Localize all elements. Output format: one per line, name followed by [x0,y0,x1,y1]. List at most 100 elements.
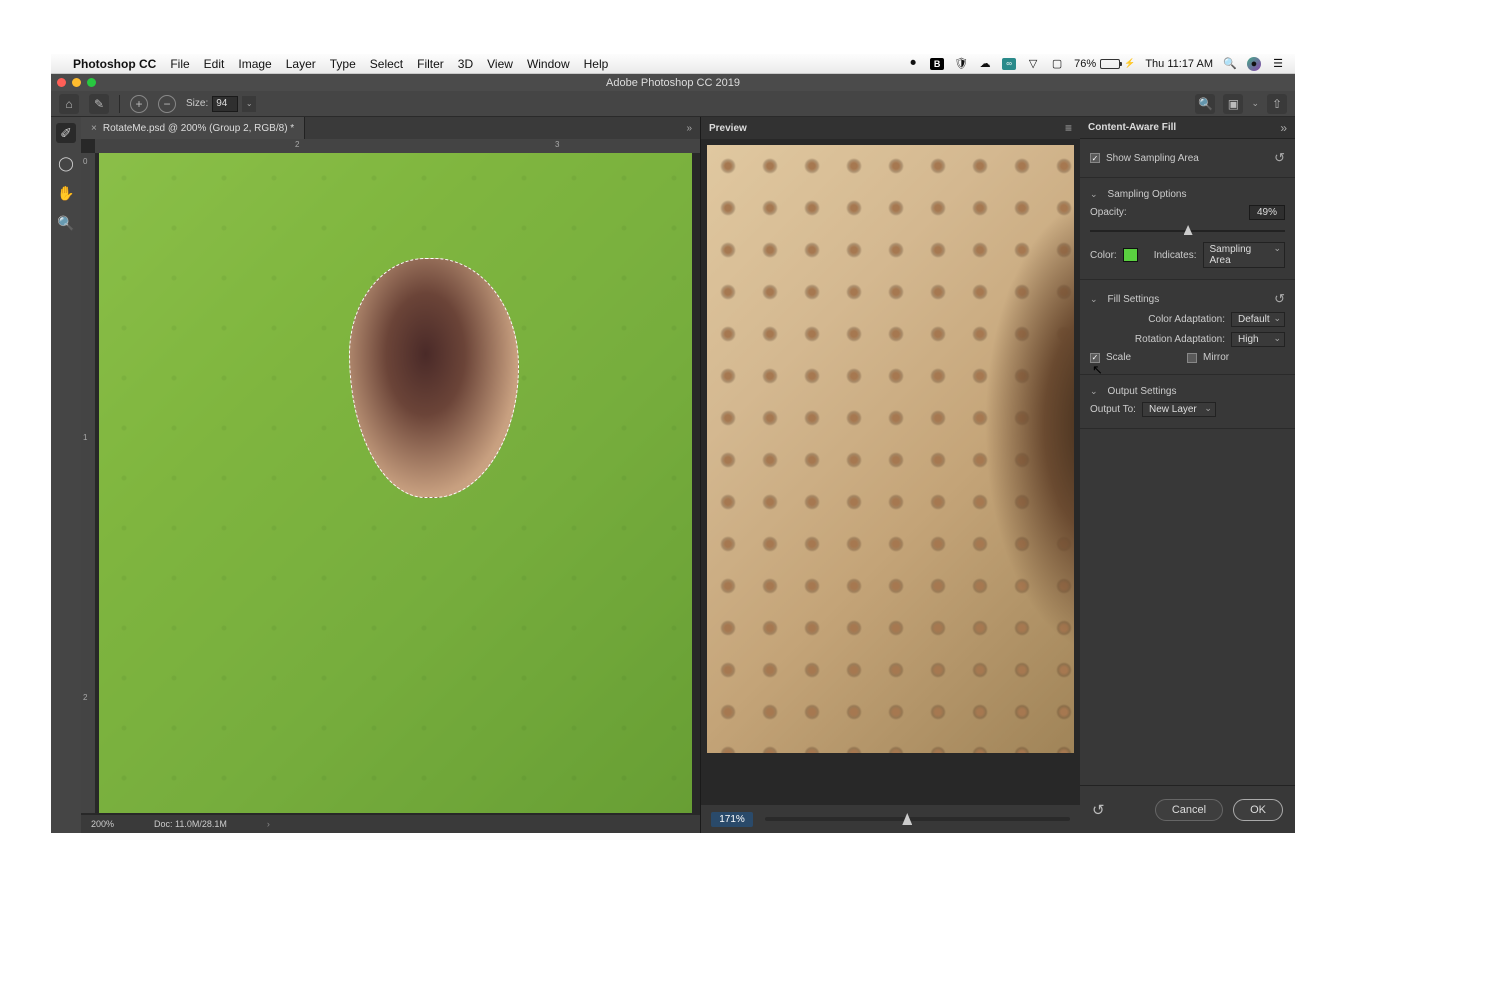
frame-dropdown-icon[interactable]: ⌄ [1251,98,1259,109]
menu-type[interactable]: Type [330,57,356,71]
tab-overflow-icon[interactable]: » [678,123,700,134]
close-tab-icon[interactable]: × [91,123,97,134]
rotation-adapt-label: Rotation Adaptation: [1135,334,1225,345]
color-label: Color: [1090,250,1117,261]
reset-all-icon[interactable]: ↺ [1092,801,1105,819]
preview-tab[interactable]: Preview [709,123,747,134]
preview-zoom-value[interactable]: 171% [711,812,753,827]
screenrec-icon[interactable]: ⏺ [906,57,920,71]
status-docsize[interactable]: Doc: 11.0M/28.1M [154,819,227,829]
brush-size-dropdown[interactable]: ⌄ [242,96,256,112]
panel-menu-icon[interactable]: ≡ [1065,121,1072,135]
chevron-down-icon[interactable]: ⌄ [1090,294,1098,305]
output-settings-header[interactable]: Output Settings [1108,386,1177,397]
scale-checkbox[interactable]: ✓ [1090,353,1100,363]
preview-panel: Preview ≡ 171% [700,117,1080,833]
indicates-dropdown[interactable]: Sampling Area [1203,242,1285,268]
show-sampling-label: Show Sampling Area [1106,153,1199,164]
status-b-icon[interactable]: B [930,58,944,70]
color-adapt-dropdown[interactable]: Default [1231,312,1285,327]
siri-icon[interactable]: ● [1247,57,1261,71]
zoom-tool-icon[interactable]: 🔍 [56,213,76,233]
chevron-down-icon[interactable]: ⌄ [1090,189,1098,200]
show-sampling-checkbox[interactable]: ✓ [1090,153,1100,163]
ruler-vertical[interactable]: 0 1 2 [81,153,95,813]
search-button[interactable]: 🔍 [1195,94,1215,114]
menu-3d[interactable]: 3D [458,57,473,71]
battery-icon [1100,59,1120,69]
notification-center-icon[interactable]: ☰ [1271,57,1285,71]
shield-icon[interactable]: 🛡 [954,57,968,71]
fill-settings-header[interactable]: Fill Settings [1108,294,1160,305]
wifi-icon[interactable]: ▽ [1026,57,1040,71]
cloud-icon[interactable]: ☁ [978,57,992,71]
menu-view[interactable]: View [487,57,513,71]
document-tabs: × RotateMe.psd @ 200% (Group 2, RGB/8) *… [81,117,700,139]
menu-layer[interactable]: Layer [286,57,316,71]
sampling-color-swatch[interactable] [1123,248,1138,262]
brush-tool-icon[interactable]: ✐ [56,123,76,143]
menu-select[interactable]: Select [370,57,403,71]
battery-pct: 76% [1074,58,1096,70]
battery-indicator[interactable]: 76% ⚡ [1074,58,1135,70]
menu-filter[interactable]: Filter [417,57,444,71]
frame-button[interactable]: ▣ [1223,94,1243,114]
reset-fill-icon[interactable]: ↺ [1274,291,1285,307]
home-button[interactable]: ⌂ [59,94,79,114]
airplay-icon[interactable]: ▢ [1050,57,1064,71]
menu-file[interactable]: File [170,57,189,71]
caf-title: Content-Aware Fill [1088,122,1176,133]
preview-zoom-slider[interactable] [765,817,1070,821]
options-bar: ⌂ ✎ + − Size: ⌄ 🔍 ▣ ⌄ ⇧ [51,91,1295,117]
output-to-dropdown[interactable]: New Layer [1142,402,1216,417]
mirror-label: Mirror [1203,352,1229,363]
chevron-down-icon[interactable]: ⌄ [1090,386,1098,397]
scale-label: Scale [1106,352,1131,363]
brush-size-label: Size: [186,98,208,109]
spotlight-icon[interactable]: 🔍 [1223,57,1237,71]
opacity-value[interactable]: 49% [1249,205,1285,220]
status-bar: 200% Doc: 11.0M/28.1M › [81,815,700,833]
ruler-tick: 0 [83,157,87,166]
brush-add-button[interactable]: + [130,95,148,113]
app-name[interactable]: Photoshop CC [73,57,156,71]
canvas[interactable] [99,153,692,813]
menu-edit[interactable]: Edit [204,57,225,71]
output-to-label: Output To: [1090,404,1136,415]
document-tab[interactable]: × RotateMe.psd @ 200% (Group 2, RGB/8) * [81,117,305,139]
menu-window[interactable]: Window [527,57,570,71]
ruler-horizontal[interactable]: 2 3 [95,139,700,153]
preview-image[interactable] [707,145,1074,753]
rotation-adapt-dropdown[interactable]: High [1231,332,1285,347]
source-image [99,153,692,813]
menu-help[interactable]: Help [584,57,609,71]
color-adapt-label: Color Adaptation: [1148,314,1225,325]
opacity-slider[interactable] [1090,225,1285,237]
cancel-button[interactable]: Cancel [1155,799,1223,821]
ruler-tick: 2 [295,140,299,149]
status-arrow-icon[interactable]: › [267,819,270,829]
cc-icon[interactable]: ∞ [1002,58,1016,70]
ruler-tick: 1 [83,433,87,442]
menu-image[interactable]: Image [238,57,271,71]
mirror-checkbox[interactable] [1187,353,1197,363]
panel-overflow-icon[interactable]: » [1280,121,1287,135]
ruler-tick: 3 [555,140,559,149]
brush-size-input[interactable] [212,96,238,112]
hand-tool-icon[interactable]: ✋ [56,183,76,203]
status-zoom[interactable]: 200% [91,819,114,829]
document-area: × RotateMe.psd @ 200% (Group 2, RGB/8) *… [81,117,700,833]
slider-thumb[interactable] [902,813,912,825]
brush-subtract-button[interactable]: − [158,95,176,113]
reset-sampling-icon[interactable]: ↺ [1274,150,1285,166]
toolbox: ✐ ◯ ✋ 🔍 [51,117,81,833]
ruler-tick: 2 [83,693,87,702]
sampling-options-header[interactable]: Sampling Options [1108,189,1187,200]
window-titlebar: Adobe Photoshop CC 2019 [51,74,1295,91]
window-title: Adobe Photoshop CC 2019 [51,77,1295,89]
lasso-tool-icon[interactable]: ◯ [56,153,76,173]
ok-button[interactable]: OK [1233,799,1283,821]
menubar-clock[interactable]: Thu 11:17 AM [1145,58,1213,70]
brush-tool-icon[interactable]: ✎ [89,94,109,114]
share-button[interactable]: ⇧ [1267,94,1287,114]
